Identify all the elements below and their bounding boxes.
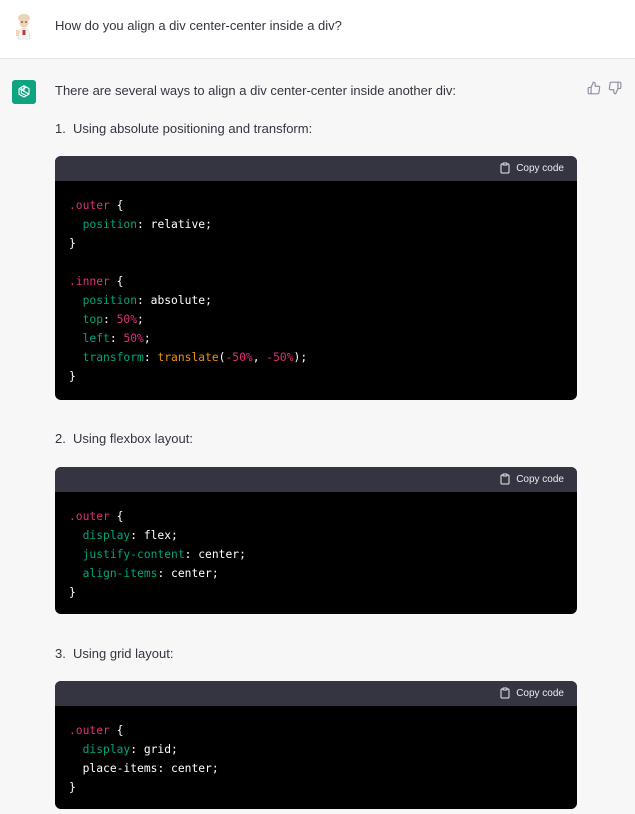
copy-code-label: Copy code [516,162,564,174]
code-body[interactable]: .outer { position: relative;} .inner { p… [55,181,577,400]
clipboard-icon [500,473,510,485]
list-item-2: 2. Using flexbox layout: [55,431,193,446]
code-property: position [82,294,138,307]
code-brace: } [69,781,76,794]
copy-code-button[interactable]: Copy code [499,162,564,174]
code-value: center [198,548,240,561]
copy-code-button[interactable]: Copy code [499,687,564,699]
code-value: -50% [266,351,294,364]
thumbs-down-icon[interactable] [608,81,622,95]
user-question: How do you align a div center-center ins… [55,18,342,33]
code-brace: } [69,237,76,250]
code-value: absolute [150,294,206,307]
code-body[interactable]: .outer { display: grid; place-items: cen… [55,706,577,809]
code-value: center [171,567,212,580]
code-body[interactable]: .outer { display: flex; justify-content:… [55,492,577,614]
code-header: Copy code [55,681,577,706]
code-value: flex [143,529,172,542]
list-number: 3. [55,646,66,661]
code-property: transform [82,351,144,364]
code-property: align-items [82,567,158,580]
assistant-message-row: There are several ways to align a div ce… [0,59,635,814]
list-number: 2. [55,431,66,446]
user-message-row: How do you align a div center-center ins… [0,0,635,59]
code-header: Copy code [55,467,577,492]
code-property: place-items [82,762,158,775]
assistant-intro-text: There are several ways to align a div ce… [55,83,457,98]
code-header: Copy code [55,156,577,181]
code-function: translate [157,351,219,364]
code-block-1: Copy code .outer { position: relative;} … [55,156,577,400]
list-text: Using absolute positioning and transform… [73,121,313,136]
list-text: Using flexbox layout: [73,431,193,446]
assistant-avatar-icon [12,80,36,104]
code-value: relative [150,218,206,231]
code-property: display [82,529,131,542]
thumbs-up-icon[interactable] [587,81,601,95]
code-property: justify-content [82,548,185,561]
copy-code-label: Copy code [516,687,564,699]
code-property: left [82,332,110,345]
code-selector: .outer [69,199,110,212]
code-brace: { [109,724,124,737]
clipboard-icon [500,687,510,699]
copy-code-button[interactable]: Copy code [499,473,564,485]
user-avatar-icon [12,12,36,40]
list-item-3: 3. Using grid layout: [55,646,173,661]
code-selector: .outer [69,724,110,737]
list-number: 1. [55,121,66,136]
code-selector: .inner [69,275,110,288]
code-brace: { [109,510,124,523]
code-property: position [82,218,138,231]
copy-code-label: Copy code [516,473,564,485]
code-property: top [82,313,104,326]
clipboard-icon [500,162,510,174]
code-brace: { [109,275,124,288]
code-value: -50% [225,351,253,364]
code-property: display [82,743,131,756]
code-block-2: Copy code .outer { display: flex; justif… [55,467,577,614]
code-brace: } [69,586,76,599]
code-selector: .outer [69,510,110,523]
code-value: grid [143,743,172,756]
list-text: Using grid layout: [73,646,174,661]
list-item-1: 1. Using absolute positioning and transfo… [55,121,312,136]
code-brace: } [69,370,76,383]
code-value: center [171,762,212,775]
code-block-3: Copy code .outer { display: grid; place-… [55,681,577,809]
code-brace: { [109,199,124,212]
code-value: 50% [123,332,144,345]
code-value: 50% [116,313,138,326]
